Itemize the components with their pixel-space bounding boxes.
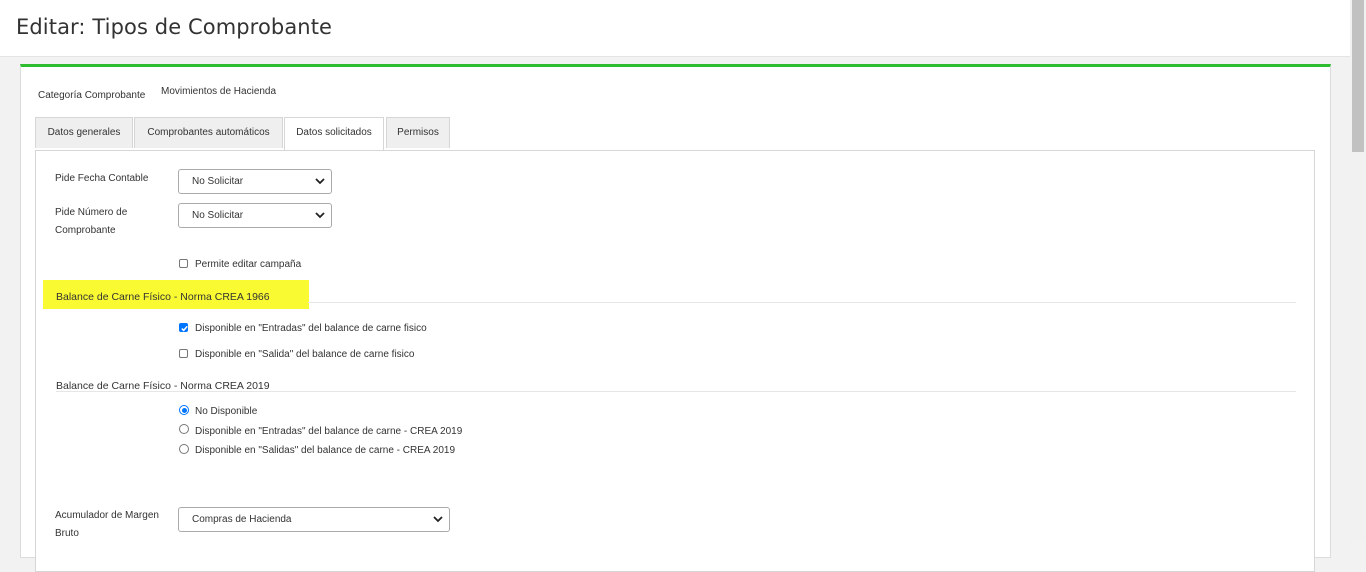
tab-datos-solicitados[interactable]: Datos solicitados — [284, 117, 384, 150]
margen-label-line2: Bruto — [55, 528, 79, 539]
salidas-2019-radio[interactable] — [179, 444, 189, 454]
salidas-2019-label: Disponible en "Salidas" del balance de c… — [195, 445, 456, 456]
margen-bruto-select[interactable]: Compras de Hacienda — [178, 507, 450, 532]
chevron-down-icon — [315, 212, 325, 219]
scrollbar-thumb[interactable] — [1352, 0, 1364, 152]
salida-1966-label: Disponible en "Salida" del balance de ca… — [195, 349, 415, 360]
section-1966-divider — [308, 302, 1296, 303]
entradas-2019-radio[interactable] — [179, 424, 189, 434]
fecha-contable-select[interactable]: No Solicitar — [178, 169, 332, 194]
editar-campana-label: Permite editar campaña — [195, 259, 302, 270]
tab-permisos[interactable]: Permisos — [386, 117, 450, 148]
edit-panel: Categoría Comprobante Movimientos de Hac… — [20, 64, 1331, 572]
no-disponible-radio[interactable] — [179, 405, 189, 415]
section-2019-divider — [56, 391, 1296, 392]
margen-label-line1: Acumulador de Margen — [55, 510, 159, 521]
category-value: Movimientos de Hacienda — [161, 86, 277, 97]
fecha-contable-value: No Solicitar — [192, 176, 244, 187]
category-label: Categoría Comprobante — [38, 90, 146, 101]
numero-comprobante-select[interactable]: No Solicitar — [178, 203, 332, 228]
page-title: Editar: Tipos de Comprobante — [16, 15, 333, 39]
tab-content-datos-solicitados: Pide Fecha Contable No Solicitar Pide Nú… — [35, 150, 1315, 572]
entradas-1966-checkbox[interactable] — [179, 323, 188, 332]
numero-comprobante-label-line2: Comprobante — [55, 225, 116, 236]
entradas-1966-label: Disponible en "Entradas" del balance de … — [195, 323, 427, 334]
page-header: Editar: Tipos de Comprobante — [0, 0, 1350, 57]
salida-1966-checkbox[interactable] — [179, 349, 188, 358]
entradas-2019-label: Disponible en "Entradas" del balance de … — [195, 426, 463, 437]
fecha-contable-label: Pide Fecha Contable — [55, 173, 149, 184]
chevron-down-icon — [315, 178, 325, 185]
editar-campana-checkbox[interactable] — [179, 259, 188, 268]
numero-comprobante-label-line1: Pide Número de — [55, 207, 128, 218]
numero-comprobante-value: No Solicitar — [192, 210, 244, 221]
section-1966-title: Balance de Carne Físico - Norma CREA 196… — [56, 291, 270, 303]
checkmark-icon — [181, 325, 188, 332]
tab-comprobantes-automaticos[interactable]: Comprobantes automáticos — [134, 117, 283, 148]
tab-datos-generales[interactable]: Datos generales — [35, 117, 133, 148]
no-disponible-label: No Disponible — [195, 406, 258, 417]
chevron-down-icon — [433, 516, 443, 523]
margen-bruto-value: Compras de Hacienda — [192, 514, 292, 525]
